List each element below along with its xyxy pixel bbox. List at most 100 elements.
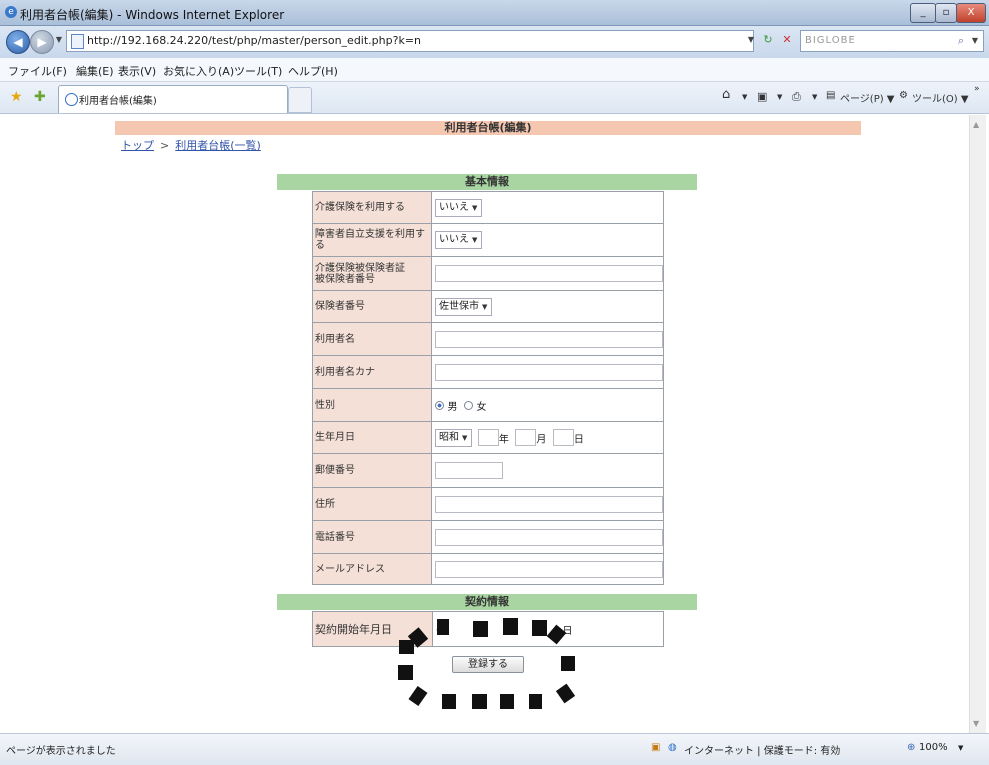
breadcrumb-separator: > — [160, 139, 170, 152]
postal-label: 郵便番号 — [312, 453, 432, 488]
page-title: 利用者台帳(編集) — [115, 121, 861, 135]
security-icon: ▣ — [651, 742, 661, 753]
zoom-level[interactable]: 100% — [919, 742, 948, 753]
insured-number-input[interactable] — [435, 265, 663, 282]
birth-day-input[interactable] — [552, 429, 574, 446]
print-dropdown-icon[interactable]: ▼ — [812, 93, 817, 101]
menu-edit[interactable]: 編集(E) — [76, 63, 114, 79]
feeds-dropdown-icon[interactable]: ▼ — [777, 93, 782, 101]
user-kana-label: 利用者名カナ — [312, 355, 432, 389]
feeds-icon[interactable]: ▣ — [757, 90, 767, 103]
vertical-scrollbar[interactable]: ▲ ▼ — [969, 115, 986, 733]
home-icon[interactable]: ⌂ — [722, 87, 730, 102]
add-favorite-icon[interactable]: ✚ — [34, 89, 46, 105]
insured-number-label-line1: 介護保険被保険者証 — [315, 262, 405, 274]
globe-icon: ◍ — [668, 742, 677, 753]
menu-file[interactable]: ファイル(F) — [8, 63, 67, 79]
zoom-dropdown-icon[interactable]: ▼ — [958, 744, 963, 752]
home-dropdown-icon[interactable]: ▼ — [742, 93, 747, 101]
search-dropdown-icon[interactable]: ▼ — [972, 31, 979, 51]
register-button[interactable]: 登録する — [452, 656, 524, 673]
birthdate-era-value: 昭和 — [439, 431, 459, 443]
address-dropdown[interactable]: ▼ — [745, 32, 757, 48]
new-tab-button[interactable] — [288, 87, 312, 113]
breadcrumb-list-link[interactable]: 利用者台帳(一覧) — [175, 139, 261, 152]
print-icon[interactable]: ⎙ — [792, 90, 801, 104]
favorites-star-icon[interactable]: ★ — [10, 89, 23, 105]
search-provider: BIGLOBE — [805, 35, 856, 46]
window-title: 利用者台帳(編集) - Windows Internet Explorer — [20, 8, 285, 22]
chevron-down-icon: ▼ — [472, 203, 478, 212]
user-kana-input[interactable] — [435, 363, 663, 381]
chevron-more-icon[interactable]: » — [974, 84, 980, 94]
shogai-use-value: いいえ — [439, 234, 469, 245]
insurer-number-select[interactable]: 佐世保市 ▼ — [435, 297, 493, 316]
birth-month-input[interactable] — [515, 429, 537, 446]
breadcrumb-top-link[interactable]: トップ — [121, 139, 154, 152]
security-zone[interactable]: インターネット | 保護モード: 有効 — [684, 742, 840, 757]
ie-page-icon — [65, 93, 78, 106]
gender-female-label: 女 — [476, 401, 487, 413]
maximize-button[interactable]: ▫ — [935, 3, 957, 23]
chevron-down-icon: ▼ — [482, 302, 488, 311]
menu-help[interactable]: ヘルプ(H) — [288, 63, 338, 79]
menu-tools[interactable]: ツール(T) — [234, 63, 282, 79]
zoom-icon: ⊕ — [907, 742, 916, 753]
forward-button[interactable]: ▶ — [30, 30, 54, 54]
address-input-field[interactable] — [435, 495, 663, 513]
gender-male-label: 男 — [447, 401, 458, 413]
contract-info-heading: 契約情報 — [277, 594, 697, 610]
stop-icon[interactable]: ✕ — [779, 32, 795, 48]
menu-favorites[interactable]: お気に入り(A) — [163, 63, 234, 79]
birth-year-input[interactable] — [477, 429, 499, 446]
ie-logo-icon: e — [5, 6, 17, 18]
menu-view[interactable]: 表示(V) — [118, 63, 156, 79]
gender-female-radio[interactable] — [464, 400, 473, 410]
window-title-bar: e 利用者台帳(編集) - Windows Internet Explorer … — [0, 0, 989, 26]
search-input[interactable]: BIGLOBE ⌕ ▼ — [800, 30, 984, 52]
year-unit: 年 — [498, 434, 509, 445]
phone-label: 電話番号 — [312, 520, 432, 554]
address-url: http://192.168.24.220/test/php/master/pe… — [87, 34, 422, 47]
basic-info-heading: 基本情報 — [277, 174, 697, 190]
back-button[interactable]: ◀ — [6, 30, 30, 54]
postal-input[interactable] — [435, 462, 503, 479]
recent-pages-dropdown[interactable]: ▼ — [54, 32, 64, 48]
insurer-number-label: 保険者番号 — [312, 290, 432, 323]
email-label: メールアドレス — [312, 553, 432, 585]
page-menu-button[interactable]: ページ(P) ▼ — [840, 90, 895, 105]
scroll-down-icon[interactable]: ▼ — [973, 719, 979, 728]
address-toolbar: ◀ ▶ ▼ http://192.168.24.220/test/php/mas… — [0, 26, 989, 58]
user-name-label: 利用者名 — [312, 322, 432, 356]
status-bar: ページが表示されました ▣ ◍ インターネット | 保護モード: 有効 ⊕ 10… — [0, 733, 989, 765]
user-name-input[interactable] — [435, 330, 663, 348]
contract-info-table: 契約開始年月日 平 日 — [312, 611, 664, 647]
search-icon[interactable]: ⌕ — [958, 31, 965, 51]
scroll-up-icon[interactable]: ▲ — [973, 120, 979, 129]
tab-bar: ★ ✚ 利用者台帳(編集) ⌂ ▼ ▣ ▼ ⎙ ▼ ▤ ページ(P) ▼ ⚙ ツ… — [0, 82, 989, 114]
gender-male-radio[interactable] — [435, 400, 444, 410]
tab-current[interactable]: 利用者台帳(編集) — [58, 85, 288, 113]
chevron-down-icon: ▼ — [472, 236, 478, 244]
page-menu-icon: ▤ — [826, 90, 836, 101]
tab-title: 利用者台帳(編集) — [79, 96, 157, 107]
insurer-number-value: 佐世保市 — [439, 300, 479, 312]
breadcrumb: トップ > 利用者台帳(一覧) — [121, 137, 261, 153]
address-input[interactable]: http://192.168.24.220/test/php/master/pe… — [66, 30, 754, 52]
refresh-icon[interactable]: ↻ — [760, 32, 776, 48]
email-input[interactable] — [435, 560, 663, 578]
kaigo-use-select[interactable]: いいえ ▼ — [435, 198, 483, 217]
gear-icon: ⚙ — [899, 90, 908, 101]
close-button[interactable]: X — [956, 3, 986, 23]
minimize-button[interactable]: _ — [910, 3, 936, 23]
tools-menu-button[interactable]: ツール(O) ▼ — [912, 90, 969, 105]
day-unit: 日 — [573, 434, 584, 445]
birthdate-label: 生年月日 — [312, 421, 432, 454]
birthdate-era-select[interactable]: 昭和 ▼ — [435, 428, 473, 447]
chevron-down-icon: ▼ — [462, 433, 468, 442]
month-unit: 月 — [536, 434, 547, 445]
gender-label: 性別 — [312, 388, 432, 422]
status-text: ページが表示されました — [6, 746, 116, 757]
phone-input[interactable] — [435, 528, 663, 546]
shogai-use-select[interactable]: いいえ ▼ — [435, 231, 483, 249]
